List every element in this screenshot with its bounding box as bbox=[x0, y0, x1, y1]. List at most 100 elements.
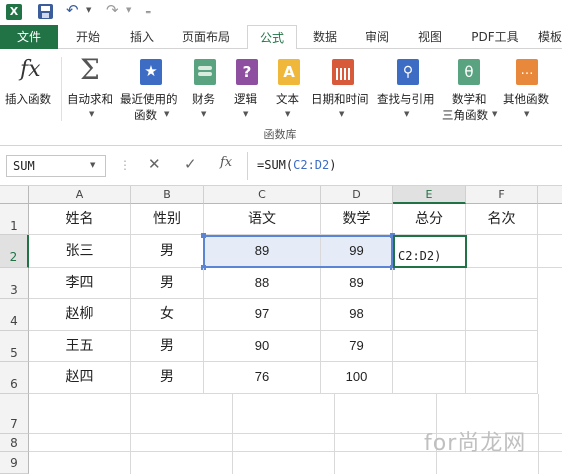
cell-b1[interactable]: 性别 bbox=[131, 204, 204, 235]
redo-icon[interactable]: ↷ bbox=[106, 1, 119, 19]
formula-input[interactable]: =SUM(C2:D2) bbox=[251, 155, 562, 177]
tab-data[interactable]: 数据 bbox=[302, 25, 348, 49]
cell-e4[interactable] bbox=[393, 299, 466, 331]
row-header-1[interactable]: 1 bbox=[0, 204, 29, 235]
text-button[interactable]: A 文本 ▼ bbox=[272, 55, 306, 125]
tab-file[interactable]: 文件 bbox=[0, 25, 58, 49]
column-header-d[interactable]: D bbox=[321, 186, 393, 204]
autosum-button[interactable]: Σ 自动求和 ▼ bbox=[64, 53, 120, 125]
column-header-a[interactable]: A bbox=[29, 186, 131, 204]
cell-f1[interactable]: 名次 bbox=[466, 204, 538, 235]
cell-b2[interactable]: 男 bbox=[131, 235, 204, 268]
cell-c6[interactable]: 76 bbox=[204, 362, 321, 394]
column-header-c[interactable]: C bbox=[204, 186, 321, 204]
tab-home[interactable]: 开始 bbox=[62, 25, 114, 49]
tab-pdf-tools[interactable]: PDF工具 bbox=[460, 25, 530, 49]
cell-e2-editing[interactable]: C2:D2) bbox=[393, 235, 467, 268]
insert-function-label: 插入函数 bbox=[5, 92, 51, 106]
redo-dropdown-icon[interactable]: ▼ bbox=[126, 6, 131, 14]
cell-c4[interactable]: 97 bbox=[204, 299, 321, 331]
cell-f5[interactable] bbox=[466, 331, 538, 362]
cancel-icon[interactable]: ✕ bbox=[148, 155, 161, 173]
row-header-9[interactable]: 9 bbox=[0, 452, 29, 474]
cell-a2[interactable]: 张三 bbox=[29, 235, 131, 268]
row-header-2[interactable]: 2 bbox=[0, 235, 29, 268]
autosum-label: 自动求和 bbox=[67, 92, 113, 106]
date-time-button[interactable]: 日期和时间 ▼ bbox=[310, 55, 376, 125]
cell-c5[interactable]: 90 bbox=[204, 331, 321, 362]
cell-b5[interactable]: 男 bbox=[131, 331, 204, 362]
quick-access-toolbar: X ↶ ▼ ↷ ▼ ‗ bbox=[0, 0, 562, 25]
cell-c1[interactable]: 语文 bbox=[204, 204, 321, 235]
cell-e6[interactable] bbox=[393, 362, 466, 394]
cell-b4[interactable]: 女 bbox=[131, 299, 204, 331]
cell-g2[interactable] bbox=[538, 235, 562, 268]
tab-insert[interactable]: 插入 bbox=[116, 25, 168, 49]
cell-c3[interactable]: 88 bbox=[204, 268, 321, 299]
cell-f4[interactable] bbox=[466, 299, 538, 331]
enter-icon[interactable]: ✓ bbox=[184, 155, 197, 173]
cell-b3[interactable]: 男 bbox=[131, 268, 204, 299]
question-book-icon: ? bbox=[236, 59, 258, 85]
cell-a5[interactable]: 王五 bbox=[29, 331, 131, 362]
cell-d4[interactable]: 98 bbox=[321, 299, 393, 331]
select-all-corner[interactable] bbox=[0, 186, 29, 204]
save-icon[interactable] bbox=[38, 4, 53, 19]
financial-label: 财务 bbox=[192, 92, 215, 106]
row-header-7[interactable]: 7 bbox=[0, 394, 29, 434]
cell-e1[interactable]: 总分 bbox=[393, 204, 466, 235]
row-header-5[interactable]: 5 bbox=[0, 331, 29, 362]
cell-g1[interactable] bbox=[538, 204, 562, 235]
name-box-dropdown-icon[interactable]: ▼ bbox=[90, 161, 95, 169]
tab-view[interactable]: 视图 bbox=[405, 25, 455, 49]
insert-function-button[interactable]: fx 插入函数 bbox=[2, 55, 60, 111]
function-library-label: 函数库 bbox=[263, 128, 297, 141]
tab-formulas[interactable]: 公式 bbox=[247, 25, 297, 50]
insert-function-icon[interactable]: fx bbox=[220, 155, 232, 170]
formula-reference: C2:D2 bbox=[293, 158, 330, 172]
finance-dropdown-icon: ▼ bbox=[201, 110, 207, 118]
cell-e5[interactable] bbox=[393, 331, 466, 362]
cell-f6[interactable] bbox=[466, 362, 538, 394]
cell-f2[interactable] bbox=[466, 235, 538, 268]
math-trig-button[interactable]: θ 数学和 三角函数 ▼ bbox=[442, 55, 497, 125]
cell-a3[interactable]: 李四 bbox=[29, 268, 131, 299]
ribbon-tabs: 文件 开始 插入 页面布局 公式 数据 审阅 视图 PDF工具 模板 bbox=[0, 25, 562, 50]
cell-b6[interactable]: 男 bbox=[131, 362, 204, 394]
cell-d1[interactable]: 数学 bbox=[321, 204, 393, 235]
more-functions-button[interactable]: … 其他函数 ▼ bbox=[500, 55, 556, 125]
cell-f3[interactable] bbox=[466, 268, 538, 299]
financial-button[interactable]: 财务 ▼ bbox=[188, 55, 222, 125]
math-label-2: 三角函数 bbox=[442, 108, 488, 122]
tab-template[interactable]: 模板 bbox=[538, 25, 562, 49]
cell-d5[interactable]: 79 bbox=[321, 331, 393, 362]
column-header-b[interactable]: B bbox=[131, 186, 204, 204]
row-header-8[interactable]: 8 bbox=[0, 434, 29, 452]
row-header-6[interactable]: 6 bbox=[0, 362, 29, 394]
tab-review[interactable]: 审阅 bbox=[352, 25, 402, 49]
calendar-icon bbox=[332, 59, 354, 85]
row-header-3[interactable]: 3 bbox=[0, 268, 29, 299]
undo-icon[interactable]: ↶ bbox=[66, 1, 79, 19]
tab-page-layout[interactable]: 页面布局 bbox=[170, 25, 242, 49]
star-book-icon: ★ bbox=[140, 59, 162, 85]
column-header-g[interactable] bbox=[538, 186, 562, 204]
lookup-reference-button[interactable]: ⚲ 查找与引用 ▼ bbox=[376, 55, 440, 125]
lookup-dropdown-icon: ▼ bbox=[404, 110, 410, 118]
logic-dropdown-icon: ▼ bbox=[243, 110, 249, 118]
cell-d6[interactable]: 100 bbox=[321, 362, 393, 394]
range-handle-tl[interactable] bbox=[201, 233, 206, 238]
row-header-4[interactable]: 4 bbox=[0, 299, 29, 331]
column-header-e[interactable]: E bbox=[393, 186, 466, 204]
cell-e3[interactable] bbox=[393, 268, 466, 299]
logical-button[interactable]: ? 逻辑 ▼ bbox=[230, 55, 264, 125]
recently-used-button[interactable]: ★ 最近使用的 函数 ▼ bbox=[120, 55, 184, 125]
undo-dropdown-icon[interactable]: ▼ bbox=[86, 6, 91, 14]
customize-icon[interactable]: ‗ bbox=[146, 4, 151, 14]
cell-a4[interactable]: 赵柳 bbox=[29, 299, 131, 331]
recently-used-label-1: 最近使用的 bbox=[120, 92, 178, 106]
column-header-f[interactable]: F bbox=[466, 186, 538, 204]
cell-a1[interactable]: 姓名 bbox=[29, 204, 131, 235]
cell-d3[interactable]: 89 bbox=[321, 268, 393, 299]
cell-a6[interactable]: 赵四 bbox=[29, 362, 131, 394]
